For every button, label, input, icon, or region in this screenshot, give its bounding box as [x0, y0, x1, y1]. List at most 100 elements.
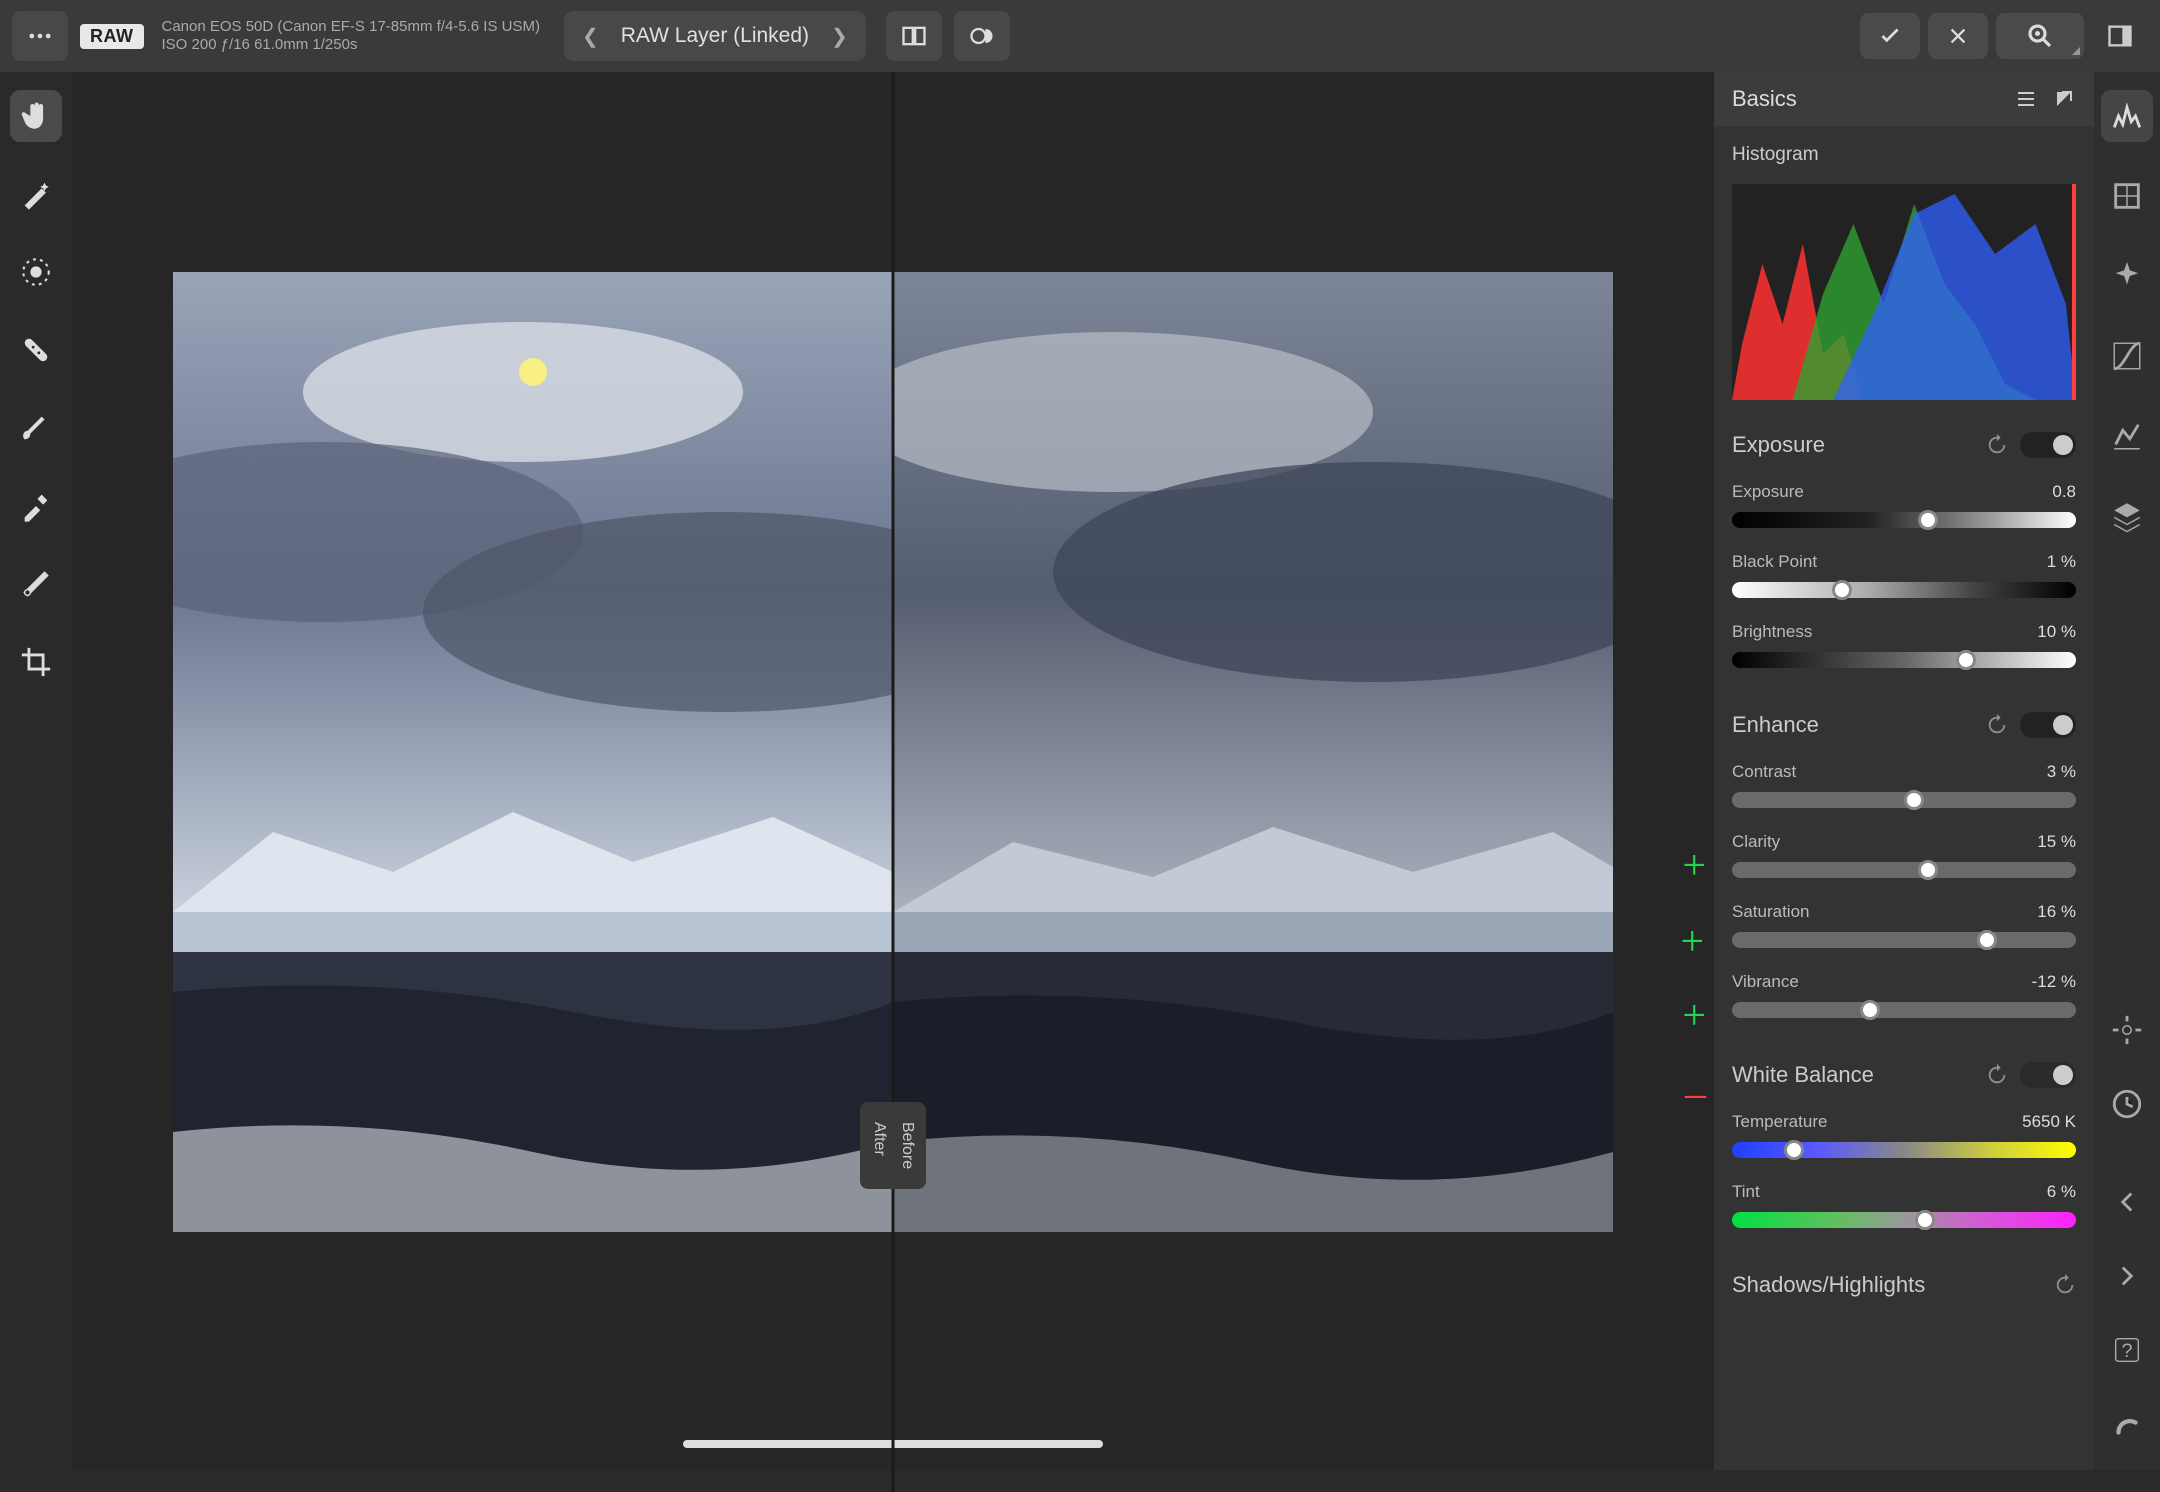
layer-selector[interactable]: ❮ RAW Layer (Linked) ❯: [564, 11, 866, 61]
help-button[interactable]: ?: [2101, 1324, 2153, 1376]
compare-split-button[interactable]: [886, 11, 942, 61]
slider-thumb[interactable]: [1918, 860, 1938, 880]
confirm-button[interactable]: [1860, 13, 1920, 59]
eyedropper-tool[interactable]: [10, 480, 62, 532]
slider-thumb[interactable]: [1904, 790, 1924, 810]
temperature-label: Temperature: [1732, 1112, 1827, 1132]
panel-title: Basics: [1732, 86, 1797, 112]
slider-thumb[interactable]: [1860, 1000, 1880, 1020]
reset-icon[interactable]: [1986, 1064, 2008, 1086]
check-icon: [1877, 23, 1903, 49]
slider-thumb[interactable]: [1832, 580, 1852, 600]
exposure-slider-value[interactable]: 0.8: [2052, 482, 2076, 502]
chevron-left-icon[interactable]: ❮: [582, 24, 599, 49]
temperature-value[interactable]: 5650 K: [2022, 1112, 2076, 1132]
exposure-track[interactable]: [1732, 512, 2076, 528]
chevron-right-icon[interactable]: ❯: [831, 24, 848, 49]
crop-tab[interactable]: [2101, 170, 2153, 222]
vibrance-slider: Vibrance-12 %: [1732, 972, 2076, 1018]
histogram[interactable]: [1732, 184, 2076, 400]
navigator-icon: [2110, 1013, 2144, 1047]
contrast-track[interactable]: [1732, 792, 2076, 808]
whitebalance-toggle[interactable]: [2020, 1062, 2076, 1088]
panel-toggle-button[interactable]: [2092, 11, 2148, 61]
annotation-plus-saturation: +: [1682, 992, 1706, 1040]
redo-button[interactable]: [2101, 1250, 2153, 1302]
cancel-button[interactable]: [1928, 13, 1988, 59]
adjust-tab[interactable]: [2101, 90, 2153, 142]
magic-wand-tool[interactable]: [10, 168, 62, 220]
svg-text:?: ?: [2121, 1340, 2132, 1362]
tint-value[interactable]: 6 %: [2047, 1182, 2076, 1202]
list-icon[interactable]: [2014, 87, 2038, 111]
slider-thumb[interactable]: [1918, 510, 1938, 530]
curves-icon: [2110, 339, 2144, 373]
magnifier-icon: [2025, 21, 2055, 51]
radial-tool[interactable]: [10, 246, 62, 298]
brightness-value[interactable]: 10 %: [2037, 622, 2076, 642]
clarity-value[interactable]: 15 %: [2037, 832, 2076, 852]
heal-tool[interactable]: [10, 324, 62, 376]
navigator-button[interactable]: [2101, 1004, 2153, 1056]
more-button[interactable]: [12, 11, 68, 61]
chevron-right-icon: [2110, 1259, 2144, 1293]
reset-icon[interactable]: [1986, 714, 2008, 736]
share-icon: [2110, 1407, 2144, 1441]
panel-header: Basics: [1714, 72, 2094, 126]
saturation-track[interactable]: [1732, 932, 2076, 948]
compare-circle-icon: [968, 22, 996, 50]
slider-thumb[interactable]: [1956, 650, 1976, 670]
exposure-title: Exposure: [1732, 432, 1825, 458]
contrast-value[interactable]: 3 %: [2047, 762, 2076, 782]
exposure-slider-label: Exposure: [1732, 482, 1804, 502]
clarity-slider: Clarity 15 %: [1732, 832, 2076, 878]
curves-tab[interactable]: [2101, 330, 2153, 382]
contrast-slider: Contrast3 %: [1732, 762, 2076, 808]
slider-thumb[interactable]: [1784, 1140, 1804, 1160]
brightness-track[interactable]: [1732, 652, 2076, 668]
layers-icon: [2110, 499, 2144, 533]
layers-tab[interactable]: [2101, 490, 2153, 542]
blackpoint-value[interactable]: 1 %: [2047, 552, 2076, 572]
brightness-slider: Brightness 10 %: [1732, 622, 2076, 668]
blackpoint-track[interactable]: [1732, 582, 2076, 598]
vibrance-track[interactable]: [1732, 1002, 2076, 1018]
tint-track[interactable]: [1732, 1212, 2076, 1228]
zoom-button[interactable]: [1996, 13, 2084, 59]
reset-icon[interactable]: [1986, 434, 2008, 456]
brush-icon: [19, 411, 53, 445]
slider-thumb[interactable]: [1915, 1210, 1935, 1230]
left-toolbar: [0, 72, 72, 1470]
exposure-toggle[interactable]: [2020, 432, 2076, 458]
export-button[interactable]: [2101, 1398, 2153, 1450]
before-label: Before: [898, 1122, 916, 1169]
before-after-label: After Before: [860, 1102, 926, 1189]
gradient-icon: [19, 567, 53, 601]
detail-tab[interactable]: [2101, 410, 2153, 462]
enhance-toggle[interactable]: [2020, 712, 2076, 738]
slider-thumb[interactable]: [1977, 930, 1997, 950]
saturation-value[interactable]: 16 %: [2037, 902, 2076, 922]
canvas[interactable]: After Before + + + –: [72, 72, 1714, 1470]
popout-icon[interactable]: [2052, 87, 2076, 111]
wand-icon: [19, 177, 53, 211]
hand-tool[interactable]: [10, 90, 62, 142]
saturation-label: Saturation: [1732, 902, 1810, 922]
clarity-track[interactable]: [1732, 862, 2076, 878]
reset-icon[interactable]: [2054, 1274, 2076, 1296]
vibrance-value[interactable]: -12 %: [2032, 972, 2076, 992]
clarity-label: Clarity: [1732, 832, 1780, 852]
temperature-track[interactable]: [1732, 1142, 2076, 1158]
panel-icon: [2106, 22, 2134, 50]
gradient-tool[interactable]: [10, 558, 62, 610]
image-preview: After Before: [173, 272, 1613, 1232]
presets-tab[interactable]: [2101, 250, 2153, 302]
history-button[interactable]: [2101, 1078, 2153, 1130]
compare-divider[interactable]: [892, 72, 895, 1492]
brush-tool[interactable]: [10, 402, 62, 454]
crop-tool[interactable]: [10, 636, 62, 688]
undo-button[interactable]: [2101, 1176, 2153, 1228]
brightness-label: Brightness: [1732, 622, 1812, 642]
compare-circle-button[interactable]: [954, 11, 1010, 61]
topbar: RAW Canon EOS 50D (Canon EF-S 17-85mm f/…: [0, 0, 2160, 72]
